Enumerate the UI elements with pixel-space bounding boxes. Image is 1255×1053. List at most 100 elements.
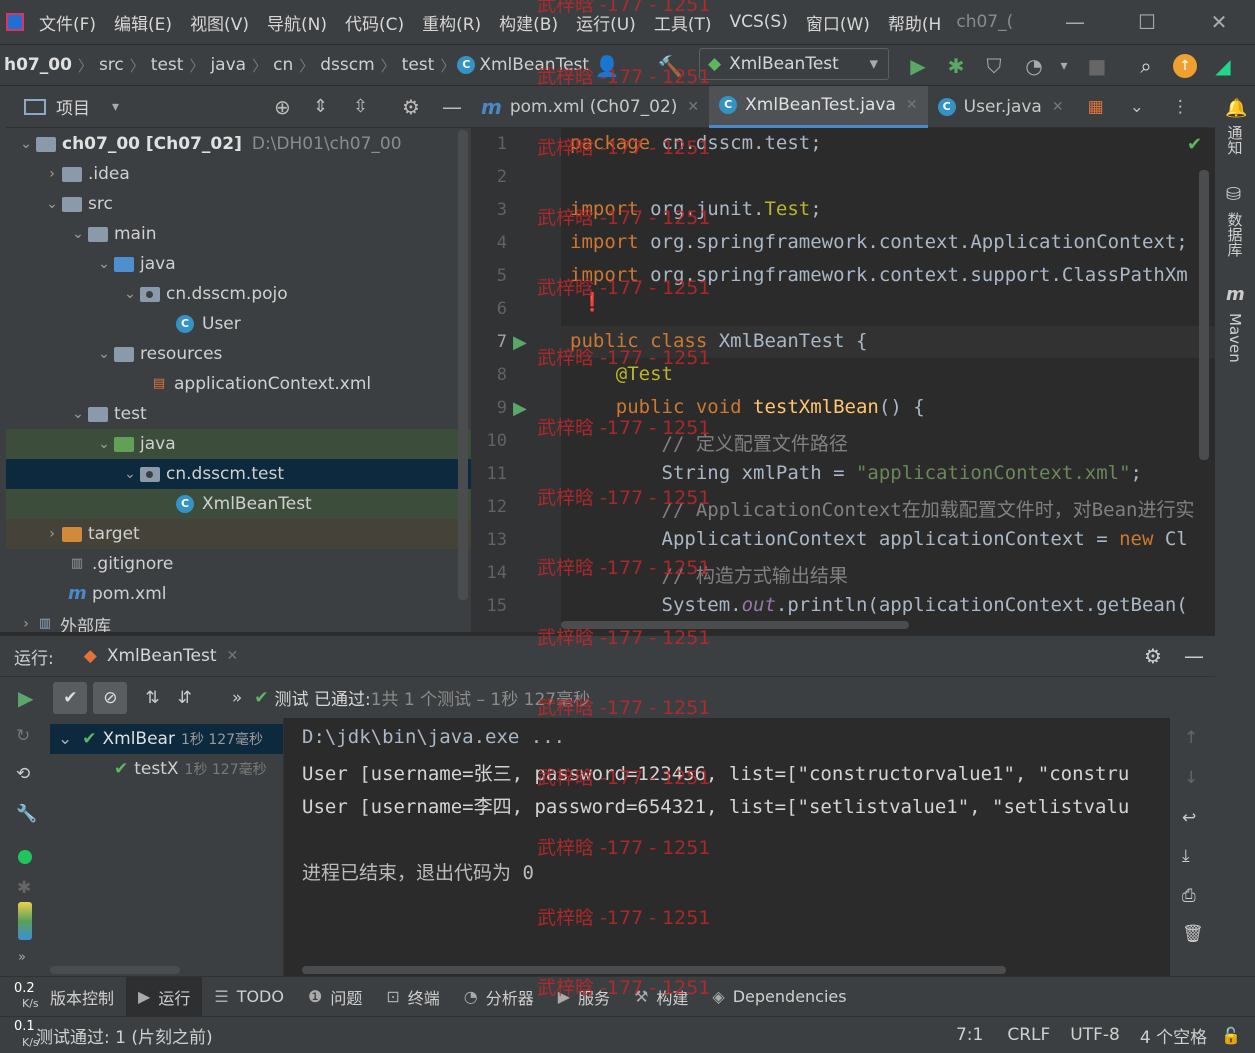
tab-pom-xml[interactable]: m pom.xml (Ch07_02) ✕ [471,86,709,128]
trash-icon[interactable]: 🗑 [1182,924,1204,944]
run-icon[interactable]: ▶ [903,51,933,81]
menu-refactor[interactable]: 重构(R) [413,10,490,35]
arrow-up-icon[interactable]: ↑ [1184,728,1198,748]
tab-problems[interactable]: ❶ 问题 [296,977,374,1017]
tab-todo[interactable]: ☰ TODO [202,977,296,1017]
tree-item-user-class[interactable]: C User [6,309,471,339]
console-output[interactable]: D:\jdk\bin\java.exe ... User [username=张… [284,718,1170,976]
update-icon[interactable]: ↑ [1170,51,1200,81]
tab-terminal[interactable]: ⊡ 终端 [374,977,451,1017]
debug-icon[interactable]: ✱ [941,51,971,81]
tab-dependencies[interactable]: ◈ Dependencies [700,977,858,1017]
breadcrumb-dsscm[interactable]: dsscm [316,55,378,75]
close-icon[interactable]: ✕ [1052,99,1064,115]
tree-item-external-libraries[interactable]: › ▥ 外部库 [6,609,471,632]
tab-version-control[interactable]: 版本控制 [38,977,126,1017]
test-case-row[interactable]: ✔ testX 1秒 127毫秒 [50,754,283,784]
tab-run[interactable]: ▶ 运行 [126,976,203,1017]
chevron-down-icon[interactable]: ▾ [112,99,119,115]
gear-icon[interactable]: ⚙ [402,95,420,119]
menu-window[interactable]: 窗口(W) [797,10,879,35]
tree-item-test[interactable]: ⌄ test [6,399,471,429]
menu-navigate[interactable]: 导航(N) [258,10,336,35]
minimize-icon[interactable]: — [1039,0,1111,44]
maven-tool-button[interactable]: Maven [1215,308,1255,368]
tree-item-main[interactable]: ⌄ main [6,219,471,249]
sort-alphabetically-icon[interactable]: ⇅ [145,688,159,708]
tab-profiler[interactable]: ◔ 分析器 [452,977,546,1017]
sort-by-duration-icon[interactable]: ⇵ [178,688,192,708]
menu-view[interactable]: 视图(V) [181,10,258,35]
rerun-icon[interactable]: ▶ [18,686,33,710]
breadcrumb-java[interactable]: java [206,55,250,75]
breadcrumb-project[interactable]: h07_00 [0,55,76,75]
soft-wrap-icon[interactable]: ↩ [1182,808,1196,828]
tree-item-idea[interactable]: › .idea [6,159,471,189]
status-message[interactable]: 测试通过: 1 (片刻之前) [36,1023,213,1048]
coverage-icon[interactable]: ⛉ [979,51,1009,81]
show-ignored-icon[interactable]: ⊘ [93,681,128,714]
menu-file[interactable]: 文件(F) [30,10,105,35]
expand-all-icon[interactable]: ⇕ [313,96,328,117]
tree-item-test-package[interactable]: ⌄ cn.dsscm.test [6,459,471,489]
profile-icon[interactable]: ◔ [1019,51,1049,81]
code-line-4[interactable]: import org.springframework.context.Appli… [570,231,1188,253]
arrow-down-icon[interactable]: ↓ [1184,768,1198,788]
tree-item-project-root[interactable]: ⌄ ch07_00 [Ch07_02] D:\DH01\ch07_00 [6,129,471,159]
tab-user-java[interactable]: C User.java ✕ [928,86,1074,128]
code-line-11[interactable]: String xmlPath = "applicationContext.xml… [570,462,1142,484]
code-line-13[interactable]: ApplicationContext applicationContext = … [570,528,1188,550]
hide-icon[interactable]: — [442,95,462,119]
tree-item-pojo-package[interactable]: ⌄ cn.dsscm.pojo [6,279,471,309]
more-chevron-icon[interactable]: » [18,950,26,965]
collapse-all-icon[interactable]: ⇳ [353,96,368,117]
toggle-auto-test-icon[interactable]: ⟲ [16,764,30,784]
more-run-chevron-icon[interactable]: ▾ [1049,51,1079,81]
tree-item-gitignore[interactable]: ▥ .gitignore [6,549,471,579]
hide-icon[interactable]: — [1184,644,1204,668]
tree-item-src[interactable]: ⌄ src [6,189,471,219]
gear-icon[interactable]: ⚙ [1144,644,1162,668]
database-tool-button[interactable]: 数据库 [1215,206,1255,262]
tree-item-xmlbeantest[interactable]: C XmlBeanTest [6,489,471,519]
run-gutter-icon[interactable]: ▶ [513,332,527,353]
breadcrumb-test-pkg[interactable]: test [398,55,439,75]
breadcrumb-cn[interactable]: cn [269,55,297,75]
tree-item-test-java[interactable]: ⌄ java [6,429,471,459]
tree-item-resources[interactable]: ⌄ resources [6,339,471,369]
locate-icon[interactable]: ⊕ [274,95,291,119]
more-vertical-icon[interactable]: ⋮ [1172,97,1189,117]
notifications-tool-button[interactable]: 通知 [1215,120,1255,160]
file-encoding[interactable]: UTF-8 [1060,1025,1130,1045]
wrench-icon[interactable]: 🔧 [16,804,37,824]
spring-icon[interactable]: ▦ [1088,97,1104,117]
lock-icon[interactable]: 🔓 [1217,1026,1255,1045]
breadcrumb-src[interactable]: src [95,55,128,75]
rerun-failed-icon[interactable]: ↻ [16,726,30,746]
run-tab-xmlbeantest[interactable]: XmlBeanTest [107,646,217,666]
search-icon[interactable]: ⌕ [1131,51,1161,81]
print-icon[interactable]: ⎙ [1182,886,1196,906]
code-line-15[interactable]: System.out.println(applicationContext.ge… [570,594,1188,616]
code-with-me-icon[interactable]: ◢ [1208,51,1238,81]
test-tree-scrollbar[interactable] [50,966,180,974]
stop-icon[interactable]: ■ [1082,51,1112,81]
project-panel-title[interactable]: 项目 [56,94,90,119]
indent-setting[interactable]: 4 个空格 [1130,1023,1217,1048]
more-chevron-icon[interactable]: » [232,688,242,708]
menu-help[interactable]: 帮助(H [879,10,950,35]
tree-item-applicationcontext-xml[interactable]: ▤ applicationContext.xml [6,369,471,399]
chevron-down-icon[interactable]: ⌄ [1130,97,1144,117]
tab-xmlbeantest[interactable]: C XmlBeanTest.java ✕ [709,86,928,128]
breadcrumb-test[interactable]: test [147,55,188,75]
close-icon[interactable]: ✕ [687,99,699,115]
editor-vertical-scrollbar[interactable] [1199,170,1209,460]
line-separator[interactable]: CRLF [997,1025,1060,1045]
tree-item-pom-xml[interactable]: m pom.xml [6,579,471,609]
tree-item-main-java[interactable]: ⌄ java [6,249,471,279]
menu-edit[interactable]: 编辑(E) [105,10,181,35]
caret-position[interactable]: 7:1 [942,1025,997,1045]
show-passed-icon[interactable]: ✔ [53,681,88,714]
menu-code[interactable]: 代码(C) [336,10,413,35]
inspection-ok-icon[interactable]: ✔ [1187,134,1202,155]
